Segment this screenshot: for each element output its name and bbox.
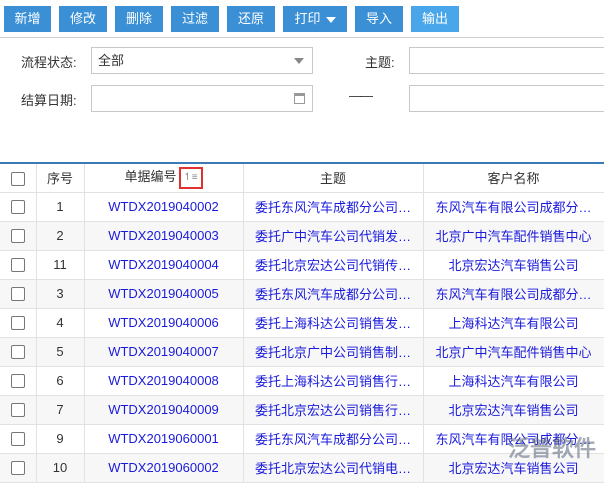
code-link[interactable]: WTDX2019060001 bbox=[84, 424, 244, 454]
subject-link[interactable]: 委托北京宏达公司销售行… bbox=[243, 395, 424, 425]
subject-link[interactable]: 委托东风汽车成都分公司… bbox=[243, 192, 424, 222]
table-row[interactable]: 2 WTDX2019040003 委托广中汽车公司代销发… 北京广中汽车配件销售… bbox=[0, 221, 604, 251]
customer-link[interactable]: 北京广中汽车配件销售中心 bbox=[423, 221, 604, 251]
select-all-checkbox[interactable] bbox=[10, 171, 25, 186]
code-link[interactable]: WTDX2019040007 bbox=[84, 337, 244, 367]
header-seq[interactable]: 序号 bbox=[36, 163, 85, 193]
row-checkbox[interactable] bbox=[10, 258, 25, 273]
subject-link[interactable]: 委托上海科达公司销售发… bbox=[243, 308, 424, 338]
caret-down-icon bbox=[325, 16, 336, 23]
subject-link[interactable]: 委托北京宏达公司代销电… bbox=[243, 453, 424, 483]
seq-cell: 2 bbox=[36, 221, 85, 251]
table-row[interactable]: 3 WTDX2019040005 委托东风汽车成都分公司… 东风汽车有限公司成都… bbox=[0, 279, 604, 309]
row-select-cell bbox=[0, 395, 37, 425]
row-select-cell bbox=[0, 308, 37, 338]
row-checkbox[interactable] bbox=[10, 229, 25, 244]
seq-cell: 11 bbox=[36, 250, 85, 280]
subject-link[interactable]: 委托东风汽车成都分公司… bbox=[243, 424, 424, 454]
print-button[interactable]: 打印 bbox=[283, 6, 347, 32]
dropdown-arrow-icon bbox=[294, 58, 304, 64]
add-button[interactable]: 新增 bbox=[4, 6, 51, 32]
table-row[interactable]: 7 WTDX2019040009 委托北京宏达公司销售行… 北京宏达汽车销售公司 bbox=[0, 395, 604, 425]
subject-link[interactable]: 委托广中汽车公司代销发… bbox=[243, 221, 424, 251]
code-link[interactable]: WTDX2019040006 bbox=[84, 308, 244, 338]
code-link[interactable]: WTDX2019040004 bbox=[84, 250, 244, 280]
row-checkbox[interactable] bbox=[10, 316, 25, 331]
row-select-cell bbox=[0, 366, 37, 396]
date-label: 结算日期: bbox=[21, 93, 77, 108]
row-checkbox[interactable] bbox=[10, 345, 25, 360]
customer-link[interactable]: 东风汽车有限公司成都分… bbox=[423, 192, 604, 222]
customer-link[interactable]: 北京宏达汽车销售公司 bbox=[423, 250, 604, 280]
row-select-cell bbox=[0, 279, 37, 309]
row-select-cell bbox=[0, 337, 37, 367]
date-from-input[interactable] bbox=[91, 85, 313, 112]
code-link[interactable]: WTDX2019040008 bbox=[84, 366, 244, 396]
table-row[interactable]: 6 WTDX2019040008 委托上海科达公司销售行… 上海科达汽车有限公司 bbox=[0, 366, 604, 396]
row-select-cell bbox=[0, 424, 37, 454]
seq-cell: 9 bbox=[36, 424, 85, 454]
customer-link[interactable]: 北京宏达汽车销售公司 bbox=[423, 395, 604, 425]
toolbar: 新增 修改 删除 过滤 还原 打印 导入 输出 bbox=[0, 0, 604, 38]
seq-cell: 5 bbox=[36, 337, 85, 367]
customer-link[interactable]: 上海科达汽车有限公司 bbox=[423, 308, 604, 338]
status-select[interactable]: 全部 bbox=[91, 47, 313, 74]
print-label: 打印 bbox=[294, 11, 321, 26]
code-link[interactable]: WTDX2019040005 bbox=[84, 279, 244, 309]
header-subject[interactable]: 主题 bbox=[243, 163, 424, 193]
table-row[interactable]: 5 WTDX2019040007 委托北京广中公司销售制… 北京广中汽车配件销售… bbox=[0, 337, 604, 367]
header-customer[interactable]: 客户名称 bbox=[423, 163, 604, 193]
import-button[interactable]: 导入 bbox=[355, 6, 403, 32]
export-button[interactable]: 输出 bbox=[411, 6, 459, 32]
code-link[interactable]: WTDX2019040009 bbox=[84, 395, 244, 425]
seq-cell: 3 bbox=[36, 279, 85, 309]
customer-link[interactable]: 东风汽车有限公司成都分… bbox=[423, 279, 604, 309]
filter-button[interactable]: 过滤 bbox=[171, 6, 219, 32]
row-checkbox[interactable] bbox=[10, 403, 25, 418]
seq-cell: 10 bbox=[36, 453, 85, 483]
table-row[interactable]: 4 WTDX2019040006 委托上海科达公司销售发… 上海科达汽车有限公司 bbox=[0, 308, 604, 338]
code-link[interactable]: WTDX2019040002 bbox=[84, 192, 244, 222]
subject-input[interactable] bbox=[409, 47, 604, 74]
calendar-icon[interactable] bbox=[294, 93, 305, 104]
row-checkbox[interactable] bbox=[10, 461, 25, 476]
seq-cell: 6 bbox=[36, 366, 85, 396]
status-value: 全部 bbox=[98, 53, 125, 68]
seq-cell: 1 bbox=[36, 192, 85, 222]
header-code[interactable]: 单据编号 ↿≡ bbox=[84, 163, 244, 193]
table-header: 序号 单据编号 ↿≡ 主题 客户名称 bbox=[0, 163, 604, 193]
row-select-cell bbox=[0, 250, 37, 280]
customer-link[interactable]: 上海科达汽车有限公司 bbox=[423, 366, 604, 396]
row-checkbox[interactable] bbox=[10, 432, 25, 447]
row-checkbox[interactable] bbox=[10, 200, 25, 215]
subject-label: 主题: bbox=[365, 55, 395, 70]
row-select-cell bbox=[0, 221, 37, 251]
watermark-logo: 泛普软件 bbox=[507, 436, 596, 461]
customer-link[interactable]: 北京广中汽车配件销售中心 bbox=[423, 337, 604, 367]
table-row[interactable]: 1 WTDX2019040002 委托东风汽车成都分公司… 东风汽车有限公司成都… bbox=[0, 192, 604, 222]
select-all-cell bbox=[0, 163, 37, 193]
seq-cell: 7 bbox=[36, 395, 85, 425]
row-checkbox[interactable] bbox=[10, 287, 25, 302]
status-label: 流程状态: bbox=[21, 55, 77, 70]
row-select-cell bbox=[0, 192, 37, 222]
subject-link[interactable]: 委托上海科达公司销售行… bbox=[243, 366, 424, 396]
range-separator: —— bbox=[349, 88, 373, 103]
table-row[interactable]: 11 WTDX2019040004 委托北京宏达公司代销传… 北京宏达汽车销售公… bbox=[0, 250, 604, 280]
seq-cell: 4 bbox=[36, 308, 85, 338]
date-to-input[interactable] bbox=[409, 85, 604, 112]
subject-link[interactable]: 委托北京宏达公司代销传… bbox=[243, 250, 424, 280]
subject-link[interactable]: 委托东风汽车成都分公司… bbox=[243, 279, 424, 309]
row-checkbox[interactable] bbox=[10, 374, 25, 389]
code-link[interactable]: WTDX2019060002 bbox=[84, 453, 244, 483]
sort-icon[interactable]: ↿≡ bbox=[178, 167, 203, 190]
header-code-label: 单据编号 bbox=[124, 169, 177, 185]
code-link[interactable]: WTDX2019040003 bbox=[84, 221, 244, 251]
reset-button[interactable]: 还原 bbox=[227, 6, 275, 32]
subject-link[interactable]: 委托北京广中公司销售制… bbox=[243, 337, 424, 367]
delete-button[interactable]: 删除 bbox=[115, 6, 163, 32]
row-select-cell bbox=[0, 453, 37, 483]
edit-button[interactable]: 修改 bbox=[59, 6, 107, 32]
